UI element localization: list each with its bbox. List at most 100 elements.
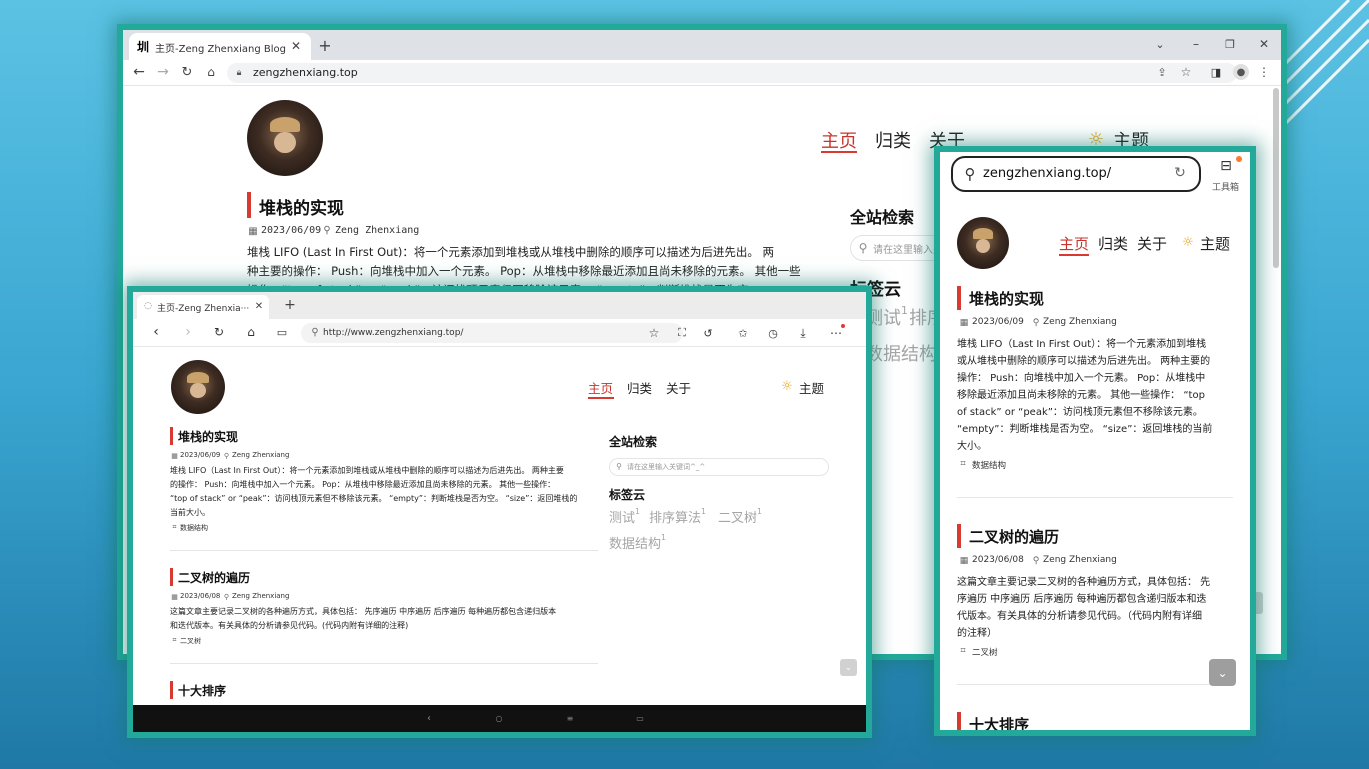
tabs-icon[interactable]: ▭: [275, 325, 289, 339]
share-icon[interactable]: ⇪: [1155, 65, 1169, 79]
address-text[interactable]: http://www.zengzhenxiang.top/: [323, 328, 463, 338]
tag-sort-algorithm[interactable]: 排序算法1: [649, 507, 706, 526]
post-tag[interactable]: 数据结构: [972, 459, 1006, 471]
tab-close-icon[interactable]: ✕: [289, 39, 303, 53]
author-icon: ⚲: [1032, 318, 1040, 328]
screenshot-icon[interactable]: ⛶: [675, 326, 689, 340]
nav-category[interactable]: 归类: [1098, 233, 1128, 254]
post-summary-line: 代版本。有关具体的分析请参见代码。（代码内附有详细: [957, 611, 1202, 622]
nav-home-underline: [821, 151, 857, 153]
tag-test[interactable]: 测试1: [609, 507, 640, 526]
tag-data-structure[interactable]: 数据结构1: [609, 533, 666, 552]
sun-icon[interactable]: ☼: [779, 378, 795, 394]
post-tag[interactable]: 二叉树: [180, 636, 201, 646]
post-date: 2023/06/09: [261, 225, 322, 236]
new-tab-icon[interactable]: +: [317, 36, 333, 55]
post-summary-line: 操作： Push：向堆栈中加入一个元素。 Pop：从堆栈中: [957, 373, 1206, 384]
nav-home[interactable]: 主页: [821, 127, 857, 153]
nav-home[interactable]: 主页: [588, 378, 613, 397]
post-tag[interactable]: 二叉树: [972, 646, 998, 658]
theme-toggle[interactable]: 主题: [799, 378, 824, 397]
phone-browser-window: ⚲ zengzhenxiang.top/ ↻ ⊟ 工具箱 主页 归类 关于 ☼ …: [940, 152, 1250, 730]
post-summary-line: “empty”：判断堆栈是否为空。 “size”：返回堆栈的当前: [957, 424, 1213, 435]
post-title[interactable]: 堆栈的实现: [969, 288, 1044, 309]
toolbox-icon[interactable]: ⊟: [1216, 157, 1236, 175]
address-text[interactable]: zengzhenxiang.top: [253, 66, 358, 79]
tag-icon: ⌗: [960, 646, 966, 656]
notification-dot: [841, 324, 845, 328]
tag-binary-tree[interactable]: 二叉树1: [718, 507, 762, 526]
reload-icon[interactable]: ↻: [1172, 165, 1188, 181]
address-bar[interactable]: [227, 63, 1237, 83]
home-icon[interactable]: ⌂: [244, 325, 258, 339]
post-summary-line: 或从堆栈中删除的顺序可以描述为后进先出。 两种主要的: [957, 356, 1211, 367]
minimize-icon[interactable]: –: [1189, 37, 1203, 51]
post-tag[interactable]: 数据结构: [180, 523, 208, 533]
close-window-icon[interactable]: ✕: [1257, 37, 1271, 51]
nav-menu-icon[interactable]: ≡: [564, 712, 576, 724]
nav-about[interactable]: 关于: [1137, 233, 1167, 254]
scrollbar[interactable]: [1273, 88, 1279, 268]
tablet-browser-window: ◌ 主页-Zeng Zhenxia··· ✕ + ‹ › ↻ ⌂ ▭ ⚲ htt…: [133, 292, 866, 732]
sun-icon[interactable]: ☼: [1085, 128, 1107, 150]
post-title[interactable]: 堆栈的实现: [259, 194, 344, 219]
post-title[interactable]: 十大排序: [178, 682, 226, 699]
nav-home-icon[interactable]: ○: [493, 712, 505, 724]
favorites-icon[interactable]: ✩: [736, 326, 750, 340]
theme-toggle[interactable]: 主题: [1200, 233, 1230, 254]
post-title[interactable]: 二叉树的遍历: [969, 526, 1059, 547]
post-summary-line: 大小。: [957, 441, 987, 452]
post-summary-line: 当前大小。: [170, 508, 210, 517]
theme-toggle[interactable]: 主题: [1113, 127, 1149, 153]
home-icon[interactable]: ⌂: [203, 64, 219, 80]
search-placeholder: 请在这里输入关键词^_^: [627, 463, 706, 471]
tag-icon: ⌗: [172, 523, 177, 531]
sidepanel-icon[interactable]: ◨: [1209, 65, 1223, 79]
new-tab-icon[interactable]: +: [283, 297, 297, 313]
avatar[interactable]: [171, 360, 225, 414]
post-date: 2023/06/09: [972, 317, 1024, 327]
post-author: Zeng Zhenxiang: [232, 592, 290, 600]
scroll-down-button[interactable]: ⌄: [840, 659, 857, 676]
bookmark-star-icon[interactable]: ☆: [1179, 65, 1193, 79]
author-icon: ⚲: [1032, 556, 1040, 566]
post-title[interactable]: 堆栈的实现: [178, 428, 238, 445]
tab-search-icon[interactable]: ⌄: [1153, 37, 1167, 51]
nav-category[interactable]: 归类: [627, 378, 652, 397]
restore-icon[interactable]: ❐: [1223, 37, 1237, 51]
reload-icon[interactable]: ↻: [179, 64, 195, 80]
reload-icon[interactable]: ↻: [212, 325, 226, 339]
sun-icon[interactable]: ☼: [1180, 234, 1196, 250]
nav-home[interactable]: 主页: [1059, 233, 1089, 254]
scroll-down-button[interactable]: ⌄: [1209, 659, 1236, 686]
more-icon[interactable]: ⋯: [829, 326, 843, 340]
tag-data-structure[interactable]: 数据结构1: [865, 340, 944, 366]
search-icon: ⚲: [964, 165, 976, 183]
favorite-star-icon[interactable]: ☆: [647, 326, 661, 340]
forward-icon[interactable]: ›: [181, 324, 195, 340]
download-icon[interactable]: ⤓: [796, 326, 810, 340]
refresh-icon[interactable]: ↺: [701, 326, 715, 340]
history-icon[interactable]: ◷: [766, 326, 780, 340]
back-icon[interactable]: ←: [131, 64, 147, 80]
nav-category[interactable]: 归类: [875, 127, 911, 153]
nav-about[interactable]: 关于: [929, 127, 965, 153]
nav-about[interactable]: 关于: [666, 378, 691, 397]
forward-icon[interactable]: →: [155, 64, 171, 80]
nav-recents-icon[interactable]: ▭: [634, 712, 646, 724]
profile-icon[interactable]: ●: [1233, 64, 1249, 80]
post-title[interactable]: 二叉树的遍历: [178, 569, 250, 586]
menu-icon[interactable]: ⋮: [1258, 65, 1270, 79]
address-text[interactable]: zengzhenxiang.top/: [983, 166, 1111, 181]
search-placeholder: 请在这里输入关: [873, 245, 943, 256]
back-icon[interactable]: ‹: [149, 324, 163, 340]
avatar[interactable]: [247, 100, 323, 176]
avatar[interactable]: [957, 217, 1009, 269]
tag-test[interactable]: 测试1: [865, 304, 908, 330]
nav-back-icon[interactable]: ‹: [423, 712, 435, 724]
post-title[interactable]: 十大排序: [969, 714, 1029, 730]
post-summary-line: 种主要的操作： Push：向堆栈中加入一个元素。 Pop：从堆栈中移除最近添加且…: [247, 264, 801, 278]
tab-favicon: 圳: [137, 40, 150, 54]
toolbox-label[interactable]: 工具箱: [1212, 180, 1239, 193]
tab-close-icon[interactable]: ✕: [253, 300, 265, 312]
